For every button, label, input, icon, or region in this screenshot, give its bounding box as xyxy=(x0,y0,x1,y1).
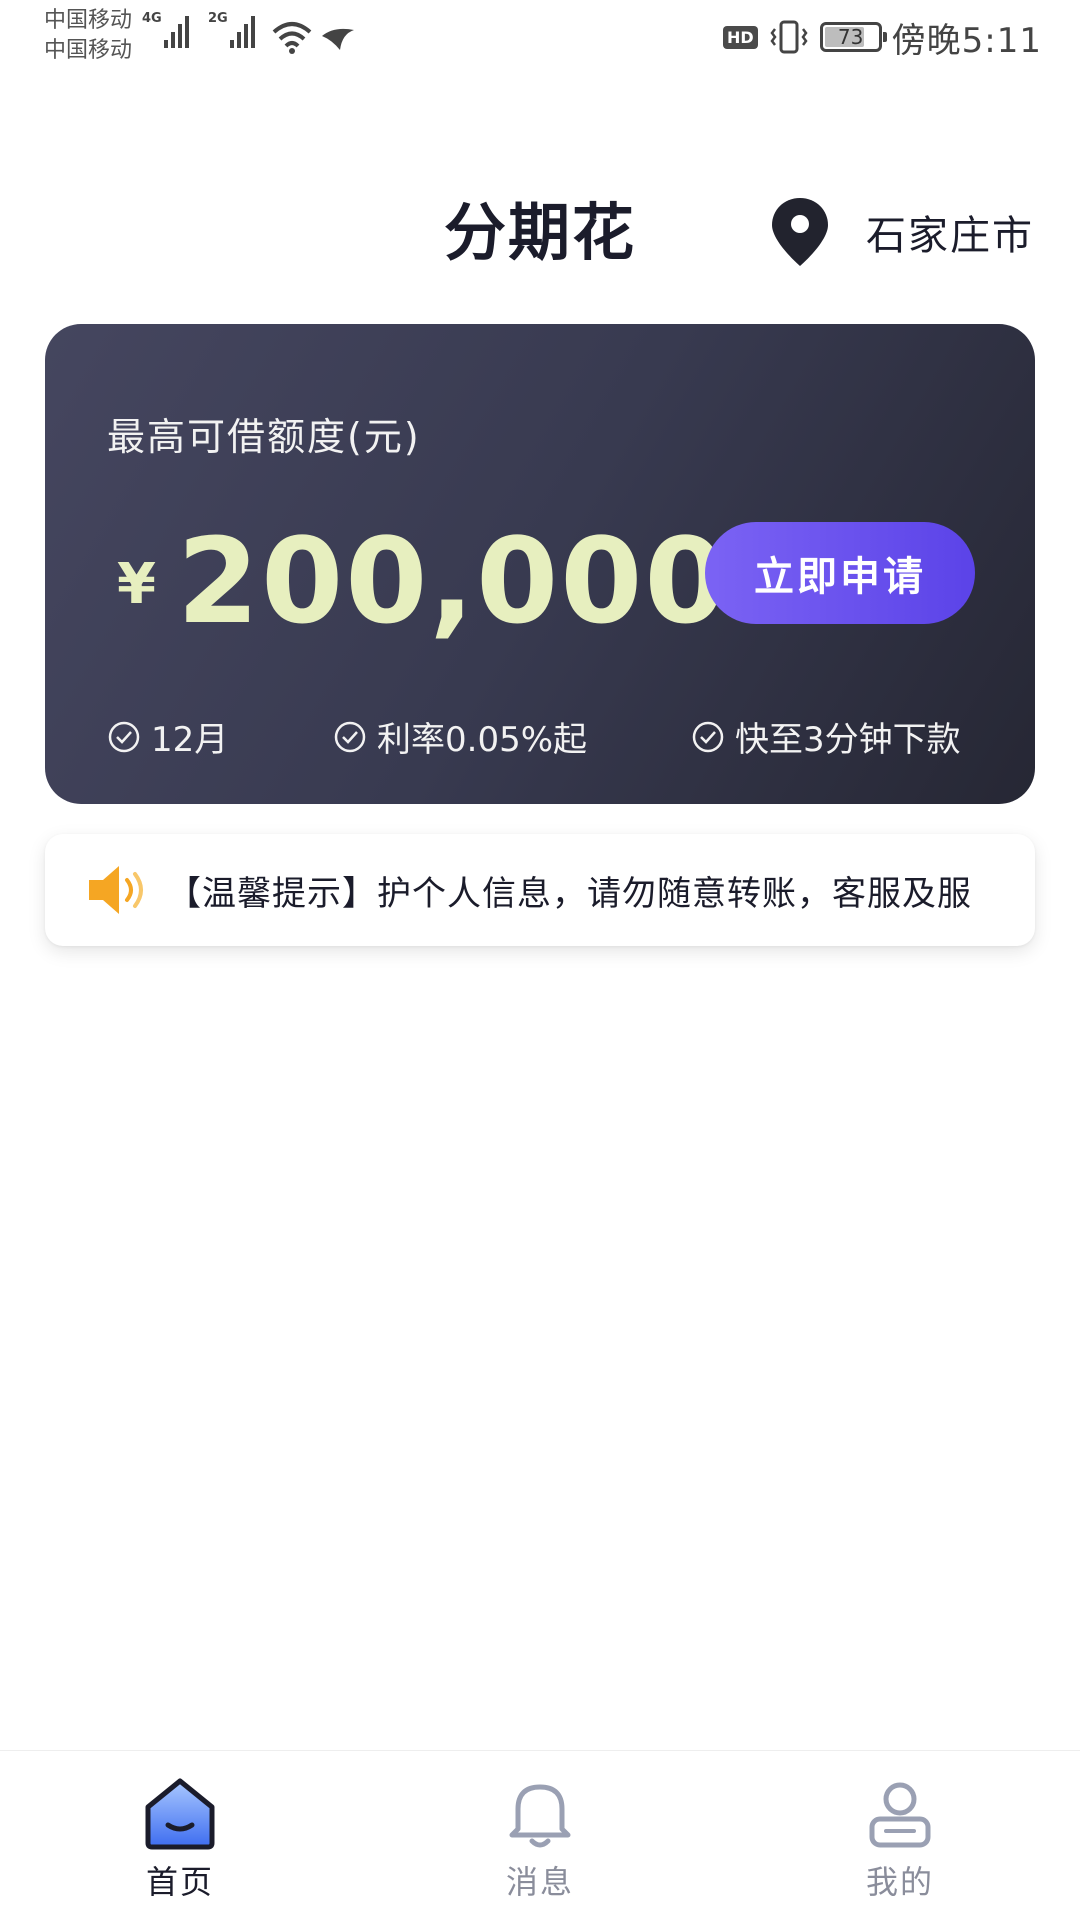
hd-badge: HD xyxy=(722,25,758,49)
signal-bars-icon xyxy=(163,12,189,48)
notice-text: 【温馨提示】护个人信息，请勿随意转账，客服及服 xyxy=(167,874,972,914)
loan-card: 最高可借额度(元) ¥ 200,000 立即申请 12月 利率0.05%起 快至… xyxy=(45,324,1035,804)
feature-term: 12月 xyxy=(107,712,228,761)
apply-now-button[interactable]: 立即申请 xyxy=(705,522,975,624)
map-pin-icon xyxy=(772,198,828,266)
currency-symbol: ¥ xyxy=(117,552,156,617)
signal-2g: 2G xyxy=(208,11,255,48)
credit-amount: 200,000 xyxy=(177,512,729,650)
battery-icon: 73 xyxy=(819,22,887,52)
carrier-1: 中国移动 xyxy=(44,8,133,33)
clock: 傍晚5:11 xyxy=(891,20,1042,61)
status-bar: 中国移动 中国移动 4G 2G HD 73 傍晚5:11 xyxy=(0,0,1080,76)
bottom-nav: 首页 消息 我的 xyxy=(0,1750,1080,1920)
location-text: 石家庄市 xyxy=(866,213,1034,259)
nav-profile-label: 我的 xyxy=(865,1863,934,1901)
signal-4g: 4G xyxy=(142,11,189,48)
feature-rate-text: 利率0.05%起 xyxy=(377,720,588,760)
location-selector[interactable]: 石家庄市 xyxy=(770,196,1034,268)
header: 分期花 石家庄市 xyxy=(0,160,1080,280)
nav-messages-label: 消息 xyxy=(505,1863,574,1901)
carrier-info: 中国移动 中国移动 xyxy=(44,6,132,66)
credit-limit-label: 最高可借额度(元) xyxy=(107,415,421,459)
feature-rate: 利率0.05%起 xyxy=(333,712,587,761)
bell-icon xyxy=(509,1784,571,1848)
check-circle-icon xyxy=(692,721,724,752)
wifi-icon xyxy=(272,22,312,54)
battery-level: 73 xyxy=(837,25,864,49)
carrier-2: 中国移动 xyxy=(44,38,133,63)
network-2g-label: 2G xyxy=(208,11,228,26)
speaker-icon xyxy=(89,866,143,914)
check-circle-icon xyxy=(334,721,366,752)
nav-profile[interactable]: 我的 xyxy=(800,1773,1000,1903)
profile-icon xyxy=(869,1782,931,1848)
home-icon xyxy=(145,1778,215,1850)
feature-term-text: 12月 xyxy=(151,720,229,760)
nav-messages[interactable]: 消息 xyxy=(440,1773,640,1903)
status-right: HD 73 傍晚5:11 xyxy=(722,12,1042,62)
vibrate-icon xyxy=(770,20,808,54)
nav-home-label: 首页 xyxy=(145,1863,214,1901)
nav-home[interactable]: 首页 xyxy=(80,1773,280,1903)
network-4g-label: 4G xyxy=(142,11,162,26)
feature-speed: 快至3分钟下款 xyxy=(691,712,961,761)
check-circle-icon xyxy=(108,721,140,752)
data-transfer-icon xyxy=(322,28,354,50)
feature-list: 12月 利率0.05%起 快至3分钟下款 xyxy=(45,712,1035,772)
signal-bars-icon xyxy=(229,12,255,48)
notice-banner[interactable]: 【温馨提示】护个人信息，请勿随意转账，客服及服 xyxy=(45,834,1035,946)
feature-speed-text: 快至3分钟下款 xyxy=(735,720,961,760)
